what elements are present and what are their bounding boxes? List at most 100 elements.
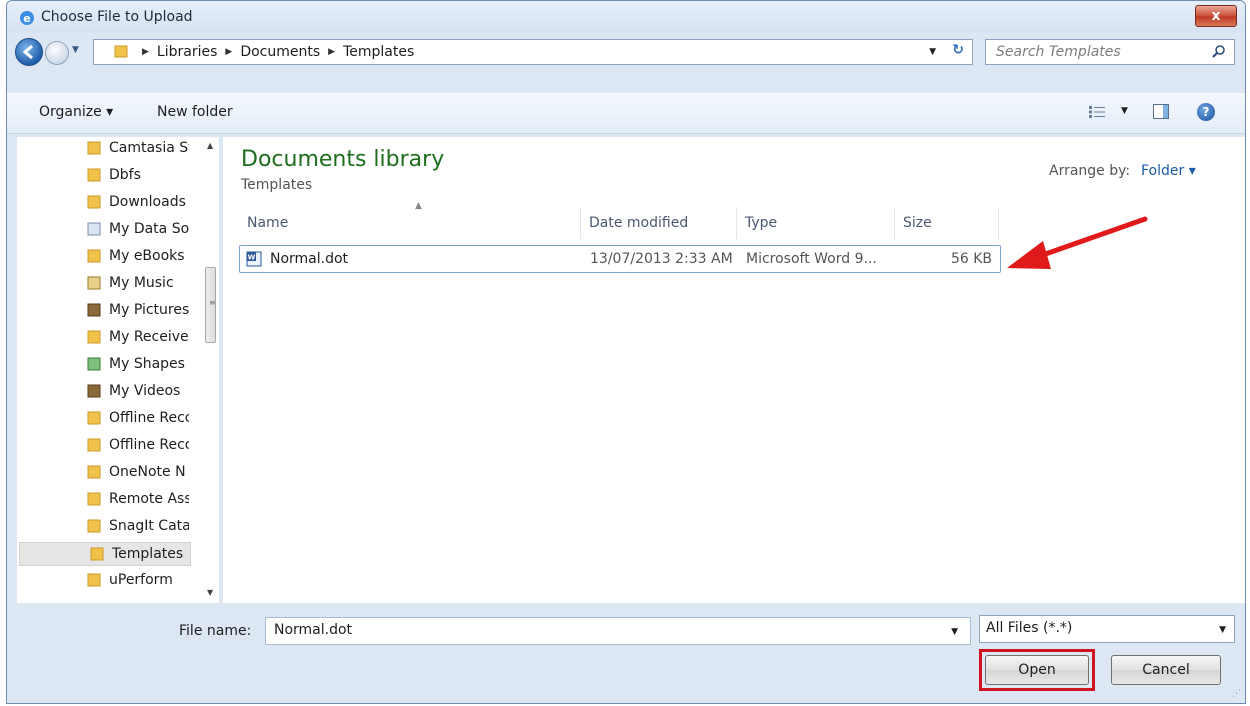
- word-document-icon: W: [246, 251, 262, 267]
- arrange-by-dropdown[interactable]: Folder ▾: [1141, 163, 1196, 179]
- file-type-select[interactable]: All Files (*.*) ▼: [979, 615, 1235, 643]
- cancel-button[interactable]: Cancel: [1111, 655, 1221, 685]
- sidebar-item[interactable]: Remote Ass: [17, 488, 193, 512]
- folder-icon: [87, 438, 101, 452]
- breadcrumb-libraries[interactable]: Libraries: [157, 44, 217, 60]
- sidebar-item[interactable]: My Data Sou: [17, 218, 193, 242]
- library-subtitle: Templates: [241, 177, 313, 193]
- breadcrumb-documents[interactable]: Documents: [240, 44, 320, 60]
- file-size: 56 KB: [950, 251, 992, 267]
- sidebar-item-label: Offline Recc: [109, 410, 189, 426]
- search-placeholder: Search Templates: [996, 44, 1121, 60]
- sidebar-item[interactable]: My Music: [17, 272, 193, 296]
- folder-icon: [90, 547, 104, 561]
- column-header-type[interactable]: Type: [737, 207, 895, 239]
- chevron-right-icon[interactable]: ▶: [225, 47, 232, 57]
- red-arrow-icon: [1007, 216, 1148, 269]
- chevron-right-icon[interactable]: ▶: [328, 47, 335, 57]
- change-view-icon[interactable]: [1089, 106, 1105, 118]
- file-dialog: e Choose File to Upload x ▼ ▶ Libraries ▶ D…: [6, 0, 1246, 704]
- sidebar-item-label: Dbfs: [109, 167, 141, 183]
- internet-explorer-icon: e: [20, 11, 34, 25]
- search-icon[interactable]: [1212, 44, 1226, 58]
- pictures-folder-icon: [87, 303, 101, 317]
- chevron-right-icon[interactable]: ▶: [142, 47, 149, 57]
- sidebar-item-label: Templates: [112, 546, 184, 562]
- address-row: ▼ ▶ Libraries ▶ Documents ▶ Templates ▼ ↻ Sea…: [7, 33, 1245, 73]
- folder-icon: [87, 519, 101, 533]
- search-input[interactable]: Search Templates: [985, 39, 1235, 65]
- sidebar-item[interactable]: OneNote N: [17, 461, 193, 485]
- address-dropdown-icon[interactable]: ▼: [929, 47, 936, 57]
- folder-icon: [87, 492, 101, 506]
- sidebar-item[interactable]: My Shapes: [17, 353, 193, 377]
- file-name-input[interactable]: Normal.dot ▼: [265, 617, 971, 645]
- sidebar-item-label: SnagIt Catal: [109, 518, 189, 534]
- scroll-up-icon[interactable]: ▲: [207, 141, 213, 150]
- music-folder-icon: [87, 276, 101, 290]
- shapes-folder-icon: [87, 357, 101, 371]
- sidebar-item-label: My Shapes: [109, 356, 185, 372]
- sidebar-item[interactable]: Downloads: [17, 191, 193, 215]
- sidebar-item-label: Offline Recc: [109, 437, 189, 453]
- sidebar-item-label: Downloads: [109, 194, 186, 210]
- organize-button[interactable]: Organize ▾: [39, 104, 113, 120]
- resize-grip-icon[interactable]: ⋰: [1232, 689, 1241, 699]
- library-title: Documents library: [241, 147, 445, 172]
- column-header-date[interactable]: Date modified: [581, 207, 737, 239]
- scroll-down-icon[interactable]: ▼: [207, 588, 213, 597]
- recent-pages-dropdown-icon[interactable]: ▼: [72, 45, 79, 55]
- sidebar-item[interactable]: Offline Recc: [17, 407, 193, 431]
- file-type-value: All Files (*.*): [986, 620, 1073, 636]
- open-button[interactable]: Open: [985, 655, 1089, 685]
- sidebar-item[interactable]: My Receive: [17, 326, 193, 350]
- sidebar-item-label: OneNote N: [109, 464, 186, 480]
- folder-icon: [87, 168, 101, 182]
- new-folder-button[interactable]: New folder: [157, 104, 233, 120]
- chevron-down-icon[interactable]: ▼: [1219, 625, 1226, 635]
- help-icon[interactable]: ?: [1197, 103, 1215, 121]
- file-type: Microsoft Word 9...: [746, 251, 877, 267]
- refresh-icon[interactable]: ↻: [952, 42, 964, 58]
- scrollbar-thumb[interactable]: ≡: [205, 267, 216, 343]
- column-header-name[interactable]: Name: [239, 207, 581, 239]
- sidebar-item[interactable]: Camtasia St: [17, 137, 193, 161]
- sidebar-item[interactable]: SnagIt Catal: [17, 515, 193, 539]
- arrange-by-label: Arrange by:: [1049, 163, 1131, 179]
- sidebar-item-label: My Data Sou: [109, 221, 189, 237]
- close-button[interactable]: x: [1195, 5, 1237, 27]
- navigation-pane: Camtasia St Dbfs Downloads My Data Sou My eB…: [17, 137, 219, 603]
- sidebar-item-label: My Music: [109, 275, 174, 291]
- chevron-down-icon[interactable]: ▼: [951, 627, 958, 637]
- arrow-left-icon: [22, 44, 33, 60]
- folder-icon: [87, 465, 101, 479]
- sidebar-item[interactable]: Templates: [19, 542, 191, 566]
- sidebar-item[interactable]: Dbfs: [17, 164, 193, 188]
- navigation-scrollbar[interactable]: ▲ ≡ ▼: [203, 137, 219, 603]
- forward-button[interactable]: [45, 41, 69, 65]
- back-button[interactable]: [15, 38, 43, 66]
- title-bar: e Choose File to Upload x: [7, 1, 1245, 33]
- views-dropdown-icon[interactable]: ▼: [1121, 106, 1128, 116]
- sidebar-item-label: My Pictures: [109, 302, 189, 318]
- file-name: Normal.dot: [270, 251, 349, 267]
- file-list-pane: Documents library Templates Arrange by: …: [223, 137, 1245, 603]
- sidebar-item[interactable]: My eBooks: [17, 245, 193, 269]
- file-row[interactable]: W Normal.dot 13/07/2013 2:33 AM Microsof…: [239, 245, 1001, 273]
- sort-arrow-icon: ▲: [415, 201, 422, 211]
- breadcrumb-templates[interactable]: Templates: [343, 44, 414, 60]
- sidebar-item-label: My Videos: [109, 383, 181, 399]
- sidebar-item[interactable]: My Videos: [17, 380, 193, 404]
- address-bar[interactable]: ▶ Libraries ▶ Documents ▶ Templates ▼ ↻: [93, 39, 973, 65]
- data-sources-icon: [87, 222, 101, 236]
- sidebar-item[interactable]: uPerform: [17, 569, 193, 593]
- videos-folder-icon: [87, 384, 101, 398]
- sidebar-item-label: Camtasia St: [109, 140, 189, 156]
- sidebar-item[interactable]: Offline Recc: [17, 434, 193, 458]
- column-header-size[interactable]: Size: [895, 207, 999, 239]
- preview-pane-icon[interactable]: [1153, 104, 1169, 119]
- folder-icon: [87, 411, 101, 425]
- folder-icon: [87, 141, 101, 155]
- command-bar: Organize ▾ New folder ▼ ?: [7, 93, 1245, 134]
- sidebar-item[interactable]: My Pictures: [17, 299, 193, 323]
